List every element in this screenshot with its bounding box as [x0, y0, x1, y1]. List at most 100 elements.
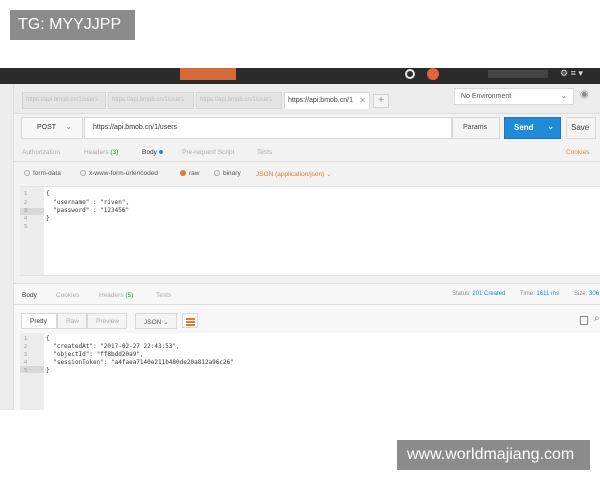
- radio-label: x-www-form-urlencoded: [89, 170, 158, 177]
- headers-count: (3): [110, 149, 119, 156]
- tab-headers[interactable]: Headers (3): [84, 149, 118, 156]
- line-number: 3: [24, 208, 28, 214]
- line-number: 1: [24, 336, 28, 342]
- pretty-button[interactable]: Pretty: [21, 313, 57, 329]
- radio-icon: [214, 170, 220, 176]
- save-button[interactable]: Save: [566, 117, 596, 139]
- code-line: "createdAt": "2017-02-27 22:43:53",: [46, 343, 180, 350]
- line-number: 2: [24, 200, 28, 206]
- eye-icon[interactable]: ◉: [580, 89, 589, 100]
- line-number: 1: [24, 191, 28, 197]
- method-label: POST: [37, 124, 57, 131]
- new-tab-button[interactable]: +: [373, 94, 389, 108]
- code-line: "password" : "123456": [46, 207, 130, 214]
- content-type-label: JSON (application/json): [256, 171, 325, 178]
- request-body-editor[interactable]: 1 { 2 "username" : "riven", 3 "password"…: [20, 186, 600, 276]
- time-readout: Time: 1611 ms: [520, 291, 559, 297]
- avatar[interactable]: [427, 68, 439, 80]
- raw-button[interactable]: Raw: [57, 313, 87, 329]
- cookies-link[interactable]: Cookies: [566, 149, 589, 156]
- request-tab-label: https://api.bmob.cn/1: [288, 97, 353, 104]
- status-label: Status:: [452, 291, 471, 297]
- size-readout: Size: 306: [574, 291, 599, 297]
- code-line: "sessionToken": "a4faea7140e211b480de20a…: [46, 359, 234, 366]
- tab-authorization[interactable]: Authorization: [22, 149, 60, 156]
- chevron-down-icon[interactable]: ⌄: [547, 122, 554, 131]
- line-number: 2: [24, 344, 28, 350]
- format-select[interactable]: JSON ⌄: [135, 313, 177, 329]
- request-tab-active[interactable]: https://api.bmob.cn/1 ✕: [284, 92, 370, 109]
- code-line: "username" : "riven",: [46, 199, 130, 206]
- status-readout: Status: 201 Created: [452, 291, 505, 297]
- radio-selected-icon: [180, 170, 186, 176]
- tab-headers-label: Headers: [84, 149, 109, 156]
- title-bar: ⚙ ≡ ▾: [0, 68, 600, 84]
- status-value: 201 Created: [472, 291, 506, 297]
- line-number: 3: [24, 352, 28, 358]
- close-icon[interactable]: ✕: [359, 96, 366, 105]
- line-number: 5: [24, 368, 28, 374]
- send-button[interactable]: Send ⌄: [504, 117, 561, 139]
- line-number: 4: [24, 360, 28, 366]
- code-line: }: [46, 367, 50, 374]
- code-line: {: [46, 190, 50, 197]
- request-tab[interactable]: https://api.bmob.cn/1/users: [196, 92, 282, 109]
- modified-dot-icon: [158, 150, 163, 155]
- line-number: 4: [24, 216, 28, 222]
- preview-button[interactable]: Preview: [87, 313, 127, 329]
- response-tab-tests[interactable]: Tests: [156, 292, 171, 299]
- response-tab-body[interactable]: Body: [22, 292, 37, 299]
- chevron-down-icon: ⌄: [326, 171, 332, 178]
- radio-label: form-data: [33, 170, 61, 177]
- tab-body[interactable]: Body: [142, 149, 163, 156]
- environment-label: No Environment: [461, 93, 512, 100]
- radio-icon: [24, 170, 30, 176]
- chevron-down-icon: ⌄: [560, 91, 567, 100]
- radio-label: binary: [223, 170, 241, 177]
- search-icon[interactable]: ⌕: [594, 313, 600, 324]
- method-select[interactable]: POST ⌄: [21, 117, 83, 139]
- radio-raw[interactable]: raw: [180, 170, 199, 177]
- code-line: }: [46, 215, 50, 222]
- size-label: Size:: [574, 291, 588, 297]
- wrap-lines-icon[interactable]: [182, 313, 198, 328]
- response-tab-cookies[interactable]: Cookies: [56, 292, 79, 299]
- send-label: Send: [514, 123, 534, 132]
- tab-prerequest-script[interactable]: Pre-request Script: [182, 149, 234, 156]
- copy-icon[interactable]: [580, 316, 588, 325]
- line-number: 5: [24, 224, 28, 230]
- response-body-viewer[interactable]: 1 { 2 "createdAt": "2017-02-27 22:43:53"…: [20, 333, 600, 410]
- code-line: "objectId": "ff8bdd20a9",: [46, 351, 144, 358]
- active-workspace-indicator[interactable]: [180, 68, 236, 80]
- response-headers-count: (5): [125, 292, 134, 299]
- radio-icon: [80, 170, 86, 176]
- request-tab[interactable]: https://api.bmob.cn/1/users: [22, 92, 106, 109]
- response-tab-headers-label: Headers: [99, 292, 124, 299]
- environment-select[interactable]: No Environment ⌄: [454, 88, 574, 105]
- tab-tests[interactable]: Tests: [257, 149, 272, 156]
- response-tabs: Body Cookies Headers (5) Tests: [14, 289, 600, 305]
- time-value: 1611 ms: [536, 291, 560, 297]
- chevron-down-icon: ⌄: [163, 319, 169, 326]
- title-search-input[interactable]: [488, 70, 548, 78]
- watermark-top: TG: MYYJJPP: [10, 10, 135, 40]
- format-label: JSON: [144, 319, 162, 326]
- url-input[interactable]: https://api.bmob.cn/1/users: [84, 117, 452, 139]
- tab-body-label: Body: [142, 149, 157, 156]
- request-tab[interactable]: https://api.bmob.cn/1/users: [108, 92, 194, 109]
- radio-form-data[interactable]: form-data: [24, 170, 61, 177]
- watermark-bottom: www.worldmajiang.com: [397, 440, 590, 470]
- chevron-down-icon: ⌄: [65, 122, 72, 131]
- content-type-select[interactable]: JSON (application/json) ⌄: [256, 170, 332, 178]
- sync-icon[interactable]: [405, 69, 415, 79]
- window-controls-icon[interactable]: ⚙ ≡ ▾: [560, 68, 583, 79]
- radio-urlencoded[interactable]: x-www-form-urlencoded: [80, 170, 158, 177]
- radio-binary[interactable]: binary: [214, 170, 241, 177]
- sidebar-collapsed: [0, 84, 14, 410]
- code-line: {: [46, 335, 50, 342]
- params-button[interactable]: Params: [452, 117, 500, 139]
- size-value: 306: [589, 291, 600, 297]
- radio-label: raw: [189, 170, 200, 177]
- time-label: Time:: [520, 291, 535, 297]
- response-tab-headers[interactable]: Headers (5): [99, 292, 133, 299]
